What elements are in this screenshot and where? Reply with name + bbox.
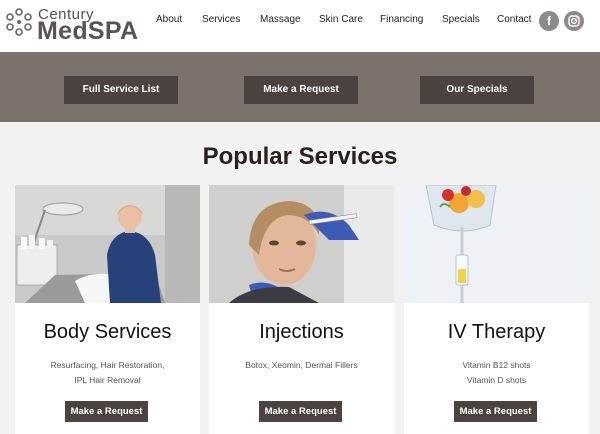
full-service-list-button[interactable]: Full Service List (64, 76, 178, 104)
iv-therapy-photo (404, 185, 589, 303)
card-title: IV Therapy (447, 321, 546, 343)
instagram-glyph-icon (568, 15, 580, 27)
card-description-line: Resurfacing, Hair Restoration, (50, 360, 165, 370)
card-title: Injections (259, 321, 344, 343)
section-title: Popular Services (202, 143, 398, 170)
card-description-line: Vitamin B12 shots (462, 360, 531, 370)
nav-about[interactable]: About (156, 14, 182, 25)
make-request-button[interactable]: Make a Request (244, 76, 358, 104)
site-header: Century MedSPA About Services Massage Sk… (0, 0, 600, 52)
make-request-button[interactable]: Make a Request (454, 401, 537, 422)
nav-massage[interactable]: Massage (260, 14, 301, 25)
make-request-button[interactable]: Make a Request (259, 401, 342, 422)
instagram-icon[interactable] (564, 11, 584, 31)
site-logo[interactable]: Century MedSPA (4, 5, 144, 45)
make-request-button[interactable]: Make a Request (65, 401, 148, 422)
service-card-iv-therapy: IV Therapy Vitamin B12 shots Vitamin D s… (404, 185, 589, 434)
nav-specials[interactable]: Specials (442, 14, 480, 25)
action-banner: Full Service List Make a Request Our Spe… (0, 52, 600, 122)
service-card-body: Body Services Resurfacing, Hair Restorat… (15, 185, 200, 434)
nav-skin-care[interactable]: Skin Care (319, 14, 363, 25)
injections-photo (209, 185, 394, 303)
logo-text-medspa: MedSPA (37, 17, 139, 45)
nav-contact[interactable]: Contact (497, 14, 531, 25)
card-description: Resurfacing, Hair Restoration, IPL Hair … (15, 358, 200, 388)
logo-dots-icon (6, 8, 32, 36)
card-description: Botox, Xeomin, Dermal Fillers (209, 358, 394, 373)
card-description-line: Vitamin D shots (466, 375, 527, 385)
facebook-icon[interactable]: f (539, 11, 559, 31)
card-description: Vitamin B12 shots Vitamin D shots (404, 358, 589, 388)
card-description-line: IPL Hair Removal (74, 375, 141, 385)
injections-image[interactable] (209, 185, 394, 303)
body-services-photo (15, 185, 200, 303)
card-description-line: Botox, Xeomin, Dermal Fillers (245, 360, 358, 370)
service-card-injections: Injections Botox, Xeomin, Dermal Fillers… (209, 185, 394, 434)
our-specials-button[interactable]: Our Specials (420, 76, 534, 104)
card-title: Body Services (43, 321, 172, 343)
body-services-image[interactable] (15, 185, 200, 303)
nav-financing[interactable]: Financing (380, 14, 423, 25)
nav-services[interactable]: Services (202, 14, 240, 25)
iv-therapy-image[interactable] (404, 185, 589, 303)
